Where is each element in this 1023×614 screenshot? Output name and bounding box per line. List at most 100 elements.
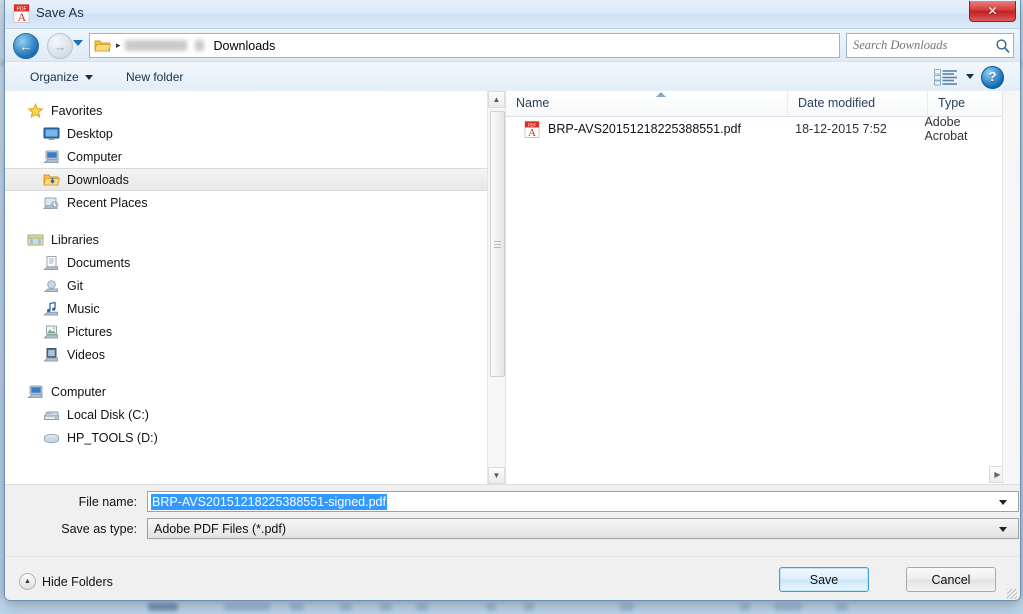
breadcrumb-current-folder[interactable]: Downloads: [214, 39, 276, 53]
sidebar-item-label: Videos: [67, 347, 105, 362]
file-name-input[interactable]: BRP-AVS20151218225388551-signed.pdf: [147, 491, 1019, 512]
file-name-label: File name:: [78, 495, 137, 509]
svg-text:A: A: [18, 10, 27, 23]
pictures-icon: [43, 325, 58, 338]
navigation-pane: Favorites Desktop Computer Downloads Rec…: [5, 91, 487, 484]
back-button[interactable]: ←: [13, 33, 39, 59]
sidebar-item-label: Documents: [67, 255, 131, 270]
view-options-chevron-down-icon[interactable]: [966, 74, 974, 79]
file-date-modified-cell: 18-12-2015 7:52: [795, 122, 887, 136]
sidebar-item-label: HP_TOOLS (D:): [67, 430, 158, 445]
address-bar[interactable]: ▸ Downloads: [89, 33, 840, 58]
sidebar-item-label: Git: [67, 278, 83, 293]
save-as-type-label: Save as type:: [61, 522, 137, 536]
file-type-cell: Adobe Acrobat: [924, 115, 968, 143]
adobe-pdf-icon: PDF A: [13, 4, 30, 23]
git-library-icon: [43, 279, 58, 292]
chevron-down-icon[interactable]: [999, 527, 1007, 532]
sidebar-item-videos[interactable]: Videos: [5, 343, 487, 366]
dialog-footer: ▲ Hide Folders Save Cancel: [5, 556, 1020, 600]
nav-group-label: Favorites: [51, 103, 103, 118]
file-list-vertical-scrollbar[interactable]: [1002, 91, 1020, 484]
close-button[interactable]: ✕: [969, 1, 1016, 22]
save-as-type-value: Adobe PDF Files (*.pdf): [154, 522, 286, 536]
search-box[interactable]: [846, 33, 1014, 58]
sidebar-item-music[interactable]: Music: [5, 297, 487, 320]
table-row[interactable]: PDF A BRP-AVS20151218225388551.pdf 18-12…: [506, 115, 1003, 143]
sidebar-item-computer-favorite[interactable]: Computer: [5, 145, 487, 168]
sidebar-item-local-disk-c[interactable]: Local Disk (C:): [5, 403, 487, 426]
nav-group-favorites[interactable]: Favorites: [5, 99, 487, 122]
sidebar-item-label: Pictures: [67, 324, 113, 339]
removable-drive-icon: [44, 433, 59, 443]
column-headers: Name Date modified Type: [506, 91, 1003, 117]
breadcrumb-redacted-separator: [194, 40, 204, 51]
libraries-icon: [27, 234, 44, 245]
chevron-down-icon[interactable]: [999, 500, 1007, 505]
forward-button[interactable]: →: [47, 33, 73, 59]
back-arrow-icon: ←: [19, 38, 33, 54]
sidebar-item-git[interactable]: Git: [5, 274, 487, 297]
organize-button[interactable]: Organize: [23, 68, 100, 87]
sidebar-item-documents[interactable]: Documents: [5, 251, 487, 274]
list-view-icon[interactable]: [934, 68, 958, 86]
chevron-up-icon: ▲: [19, 573, 36, 590]
save-as-type-select[interactable]: Adobe PDF Files (*.pdf): [147, 518, 1019, 539]
sidebar-item-label: Downloads: [67, 172, 129, 187]
new-folder-button[interactable]: New folder: [119, 68, 190, 87]
documents-icon: [43, 255, 58, 270]
sidebar-item-label: Recent Places: [67, 195, 148, 210]
star-icon: [27, 102, 44, 118]
sidebar-item-downloads[interactable]: Downloads: [5, 168, 487, 191]
breadcrumb-separator[interactable]: ▸: [116, 40, 121, 51]
scroll-down-button[interactable]: ▼: [488, 467, 505, 484]
nav-group-computer[interactable]: Computer: [5, 380, 487, 403]
sidebar-item-label: Computer: [67, 149, 122, 164]
save-as-dialog: PDF A Save As ✕ ← → ▸ Downloads ↻: [4, 0, 1021, 601]
nav-group-label: Libraries: [51, 232, 99, 247]
file-name-value: BRP-AVS20151218225388551-signed.pdf: [151, 494, 387, 510]
scroll-up-button[interactable]: ▲: [488, 91, 505, 108]
column-header-type[interactable]: Type: [927, 91, 1003, 116]
sidebar-item-pictures[interactable]: Pictures: [5, 320, 487, 343]
sidebar-item-recent-places[interactable]: Recent Places: [5, 191, 487, 214]
forward-arrow-icon: →: [53, 38, 67, 54]
sort-ascending-icon: [656, 92, 666, 97]
sidebar-item-desktop[interactable]: Desktop: [5, 122, 487, 145]
hide-folders-label: Hide Folders: [42, 574, 113, 589]
column-header-date-modified[interactable]: Date modified: [787, 91, 927, 116]
search-icon: [996, 38, 1010, 53]
help-button[interactable]: ?: [981, 66, 1004, 89]
recent-places-icon: [43, 197, 59, 209]
sidebar-item-hp-tools-d[interactable]: HP_TOOLS (D:): [5, 426, 487, 449]
nav-group-libraries[interactable]: Libraries: [5, 228, 487, 251]
pdf-file-icon: PDF A: [524, 120, 540, 138]
music-icon: [43, 301, 58, 315]
search-input[interactable]: [847, 37, 993, 54]
breadcrumb-redacted-user[interactable]: [124, 40, 187, 51]
svg-text:A: A: [528, 127, 536, 138]
recent-pages-chevron-down-icon[interactable]: [73, 40, 83, 46]
title-bar: PDF A Save As ✕: [5, 0, 1020, 29]
dialog-body: Favorites Desktop Computer Downloads Rec…: [5, 91, 1020, 484]
organize-label: Organize: [30, 70, 79, 84]
file-list: Name Date modified Type PDF A BRP-AVS201…: [505, 91, 1020, 484]
computer-icon: [43, 150, 59, 163]
command-bar: Organize New folder ?: [5, 61, 1020, 93]
computer-icon: [27, 385, 43, 398]
navigation-scrollbar-thumb[interactable]: [490, 111, 505, 377]
hide-folders-button[interactable]: ▲ Hide Folders: [19, 573, 113, 590]
resize-grip[interactable]: [1007, 589, 1017, 599]
navigation-scrollbar[interactable]: ▲ ▼: [487, 91, 505, 484]
window-title: Save As: [36, 5, 84, 20]
sidebar-item-label: Desktop: [67, 126, 113, 141]
cancel-button[interactable]: Cancel: [906, 567, 996, 592]
downloads-folder-icon: [43, 174, 60, 185]
chevron-down-icon: [84, 75, 93, 81]
column-header-name[interactable]: Name: [506, 91, 787, 116]
file-name-cell: BRP-AVS20151218225388551.pdf: [548, 122, 741, 136]
save-button[interactable]: Save: [779, 567, 869, 592]
folder-icon: [94, 40, 111, 52]
